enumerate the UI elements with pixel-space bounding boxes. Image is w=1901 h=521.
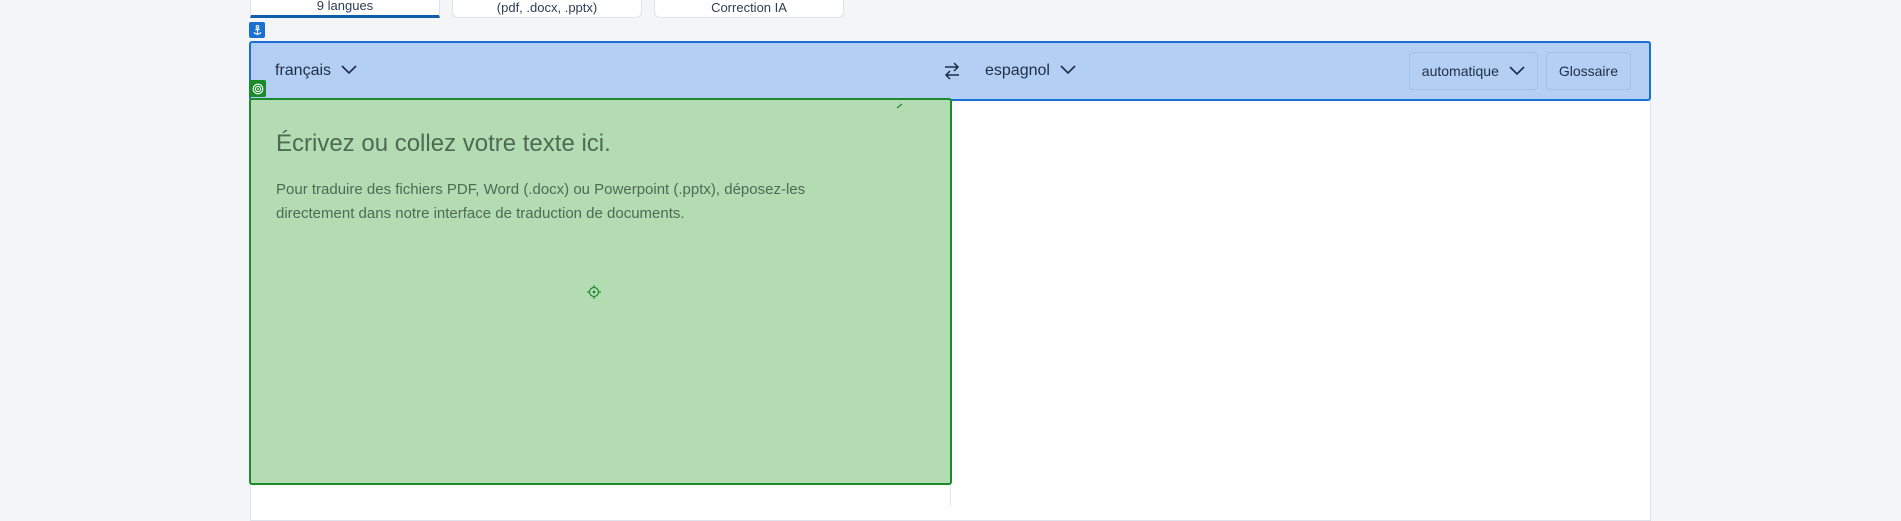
target-language-label: espagnol <box>985 62 1050 79</box>
resize-handle-icon <box>896 96 906 109</box>
source-placeholder-body: Pour traduire des fichiers PDF, Word (.d… <box>276 181 806 222</box>
right-tools: automatique Glossaire <box>1408 52 1631 90</box>
target-language-selector[interactable]: espagnol <box>985 62 1076 80</box>
tab-languages[interactable]: 9 langues <box>250 0 440 18</box>
swap-languages-button[interactable] <box>939 60 965 86</box>
top-tabs: 9 langues (pdf, .docx, .pptx) Correction… <box>250 0 844 18</box>
tab-ai-correction-label: Correction IA <box>711 0 787 15</box>
anchor-icon <box>249 22 265 38</box>
glossary-button[interactable]: Glossaire <box>1545 52 1631 90</box>
target-icon <box>249 80 266 97</box>
tab-ai-correction[interactable]: Correction IA <box>654 0 844 18</box>
formality-select[interactable]: automatique <box>1408 52 1538 90</box>
tab-documents[interactable]: (pdf, .docx, .pptx) <box>452 0 642 18</box>
tab-languages-label: 9 langues <box>316 0 374 13</box>
source-language-label: français <box>275 62 332 79</box>
chevron-down-icon <box>1060 62 1076 80</box>
language-bar: français espagnol automatique Glossaire <box>249 41 1651 101</box>
tab-documents-label: (pdf, .docx, .pptx) <box>496 0 598 15</box>
source-text-input[interactable]: Écrivez ou collez votre texte ici. Pour … <box>249 98 952 485</box>
swap-arrows-icon <box>942 61 962 86</box>
chevron-down-icon <box>1509 63 1525 79</box>
glossary-button-label: Glossaire <box>1558 63 1618 79</box>
source-placeholder-title: Écrivez ou collez votre texte ici. <box>276 130 611 157</box>
formality-select-value: automatique <box>1421 63 1499 79</box>
source-language-selector[interactable]: français <box>275 62 357 80</box>
crosshair-icon <box>587 285 601 299</box>
chevron-down-icon <box>341 62 357 80</box>
